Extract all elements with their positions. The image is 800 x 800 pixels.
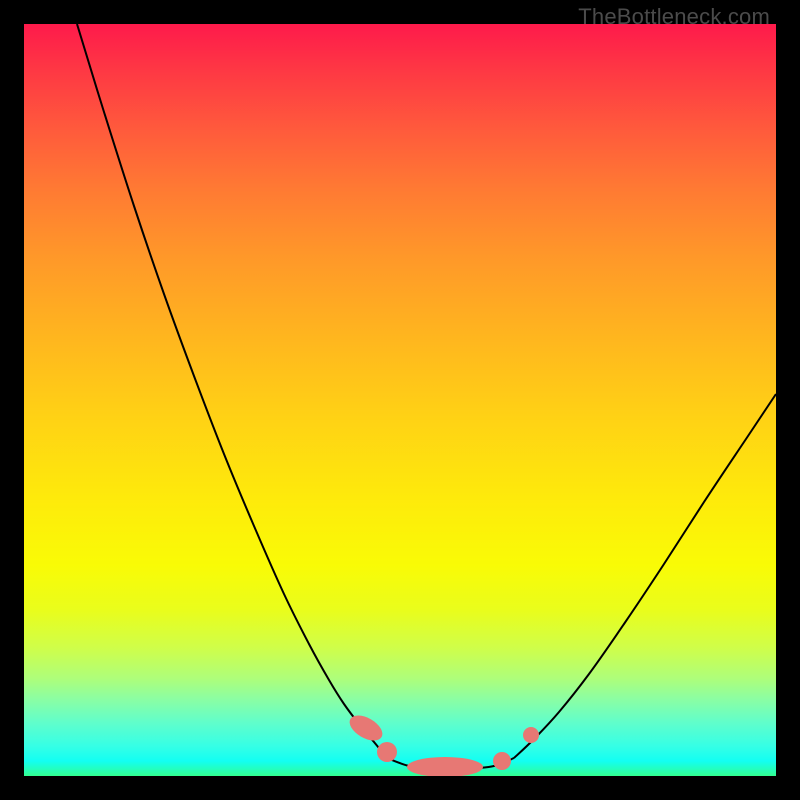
plot-area <box>24 24 776 776</box>
curve-left-branch <box>77 24 387 758</box>
chart-frame: TheBottleneck.com <box>0 0 800 800</box>
curve-right-branch <box>514 394 776 758</box>
marker-pill <box>407 757 483 776</box>
marker-dot <box>523 727 539 743</box>
marker-dot <box>377 742 397 762</box>
curve-group <box>77 24 776 769</box>
watermark-text: TheBottleneck.com <box>578 4 770 30</box>
marker-dot <box>493 752 511 770</box>
chart-svg <box>24 24 776 776</box>
